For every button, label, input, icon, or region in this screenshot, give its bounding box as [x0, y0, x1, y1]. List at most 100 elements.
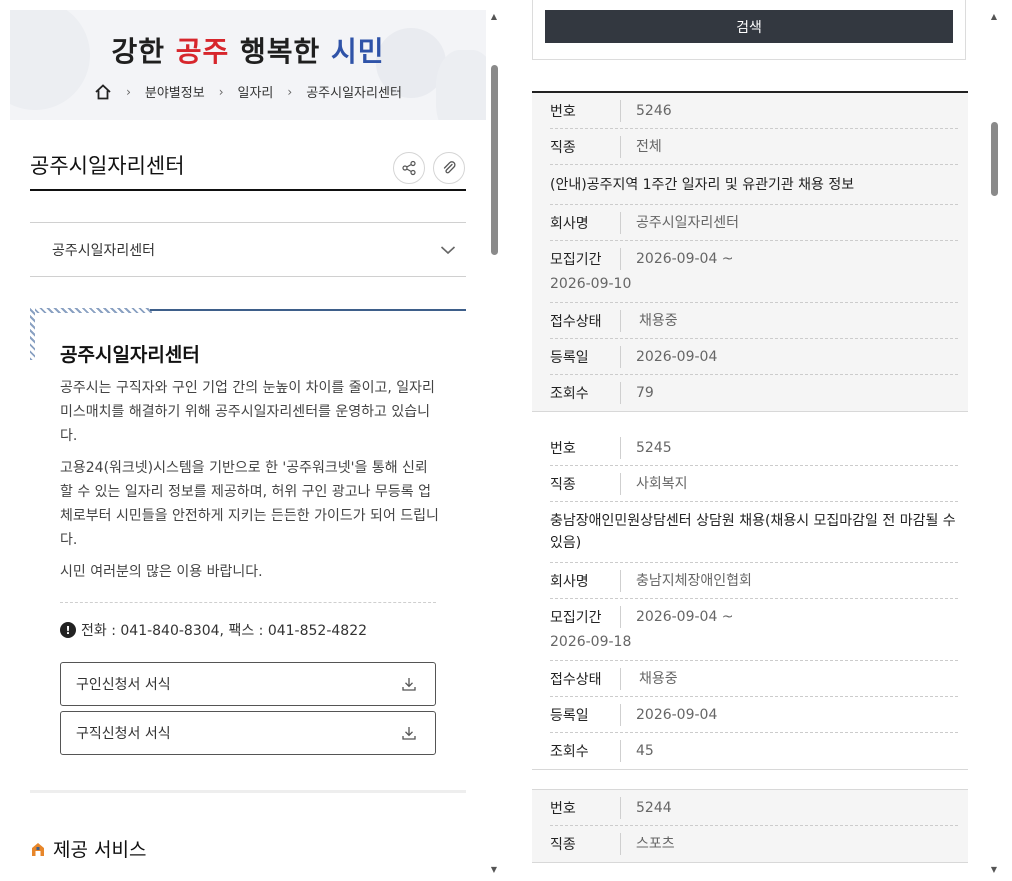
job-row-views: 조회수 79: [550, 375, 958, 411]
field-label: 번호: [550, 103, 576, 120]
right-scrollbar[interactable]: ▲ ▼: [987, 10, 1001, 875]
scroll-down-arrow-icon[interactable]: ▼: [987, 863, 1001, 875]
job-number: 5245: [620, 436, 672, 459]
job-row-views: 조회수 45: [550, 733, 958, 769]
job-row-status: 접수상태 채용중: [550, 661, 958, 697]
job-registered-date: 2026-09-04: [620, 345, 717, 368]
intro-decoration: [30, 308, 35, 360]
job-row-period: 모집기간 2026-09-04 ~ 2026-09-10: [550, 241, 958, 303]
job-row-number: 번호 5245: [550, 430, 958, 466]
field-label: 조회수: [550, 744, 589, 760]
job-row-registered: 등록일 2026-09-04: [550, 339, 958, 375]
job-views: 45: [620, 740, 654, 762]
download-icon: [402, 727, 416, 740]
field-label: 회사명: [550, 573, 589, 590]
job-registered-date: 2026-09-04: [620, 703, 717, 726]
scroll-up-arrow-icon[interactable]: ▲: [987, 10, 1001, 22]
job-row-period: 모집기간 2026-09-04 ~ 2026-09-18: [550, 599, 958, 661]
field-label: 모집기간: [550, 252, 602, 268]
job-status: 채용중: [620, 667, 678, 690]
home-icon[interactable]: [94, 83, 112, 101]
field-label: 접수상태: [550, 313, 602, 330]
center-select[interactable]: 공주시일자리센터: [30, 222, 466, 277]
intro-decoration: [30, 308, 152, 313]
services-heading: 제공 서비스: [30, 835, 146, 862]
search-button[interactable]: 검색: [545, 10, 953, 43]
chevron-right-icon: ›: [126, 84, 131, 99]
link-copy-button[interactable]: [433, 152, 465, 184]
intro-paragraph: 시민 여러분의 많은 이용 바랍니다.: [60, 564, 263, 580]
field-label: 직종: [550, 476, 576, 493]
job-views: 79: [620, 382, 654, 404]
field-label: 등록일: [550, 707, 589, 724]
field-label: 접수상태: [550, 671, 602, 688]
job-number: 5244: [620, 796, 672, 819]
download-label: 구인신청서 서식: [76, 677, 171, 693]
job-list-item[interactable]: 번호 5245 직종 사회복지 충남장애인민원상담센터 상담원 채용(채용시 모집마…: [532, 430, 968, 770]
dotted-divider: [60, 602, 436, 603]
job-number: 5246: [620, 99, 672, 122]
breadcrumb-item[interactable]: 분야별정보: [145, 82, 205, 101]
intro-body: 공주시는 구직자와 구인 기업 간의 눈높이 차이를 줄이고, 일자리 미스매치…: [60, 376, 440, 592]
page-title: 공주시일자리센터: [30, 154, 185, 178]
services-title: 제공 서비스: [53, 839, 147, 861]
job-title-link[interactable]: 충남장애인민원상담센터 상담원 채용(채용시 모집마감일 전 마감될 수 있음): [550, 502, 958, 563]
field-label: 직종: [550, 837, 576, 853]
breadcrumb-item[interactable]: 공주시일자리센터: [306, 82, 402, 101]
share-button[interactable]: [393, 152, 425, 184]
intro-title: 공주시일자리센터: [60, 344, 200, 366]
job-row-category: 직종 스포츠: [550, 826, 958, 862]
contact-text: 전화 : 041-840-8304, 팩스 : 041-852-4822: [81, 623, 368, 639]
download-job-offer-form-button[interactable]: 구인신청서 서식: [60, 662, 436, 706]
job-row-registered: 등록일 2026-09-04: [550, 697, 958, 733]
breadcrumb: › 분야별정보 › 일자리 › 공주시일자리센터: [10, 82, 486, 101]
city-slogan-logo: 강한 공주 행복한 시민: [10, 30, 486, 70]
contact-info: ! 전화 : 041-840-8304, 팩스 : 041-852-4822: [60, 620, 367, 640]
job-row-number: 번호 5246: [550, 93, 958, 129]
job-status: 채용중: [620, 309, 678, 332]
job-row-status: 접수상태 채용중: [550, 303, 958, 339]
field-label: 조회수: [550, 386, 589, 402]
slogan-text: 강한: [111, 35, 176, 68]
scroll-up-arrow-icon[interactable]: ▲: [487, 10, 501, 22]
job-row-company: 회사명 공주시일자리센터: [550, 205, 958, 241]
section-divider: [30, 790, 466, 793]
job-period-end: 2026-09-18: [550, 634, 632, 650]
left-pane: 강한 공주 행복한 시민 › 분야별정보 › 일자리 › 공주시일자리센터 공주…: [0, 0, 504, 881]
job-list-item[interactable]: 번호 5246 직종 전체 (안내)공주지역 1주간 일자리 및 유관기관 채용 정…: [532, 93, 968, 412]
title-divider: [30, 189, 466, 191]
download-job-seeker-form-button[interactable]: 구직신청서 서식: [60, 711, 436, 755]
scroll-down-arrow-icon[interactable]: ▼: [487, 863, 501, 875]
paperclip-icon: [443, 161, 456, 174]
field-label: 등록일: [550, 349, 589, 366]
job-title-link[interactable]: (안내)공주지역 1주간 일자리 및 유관기관 채용 정보: [550, 165, 958, 205]
field-label: 직종: [550, 139, 576, 156]
job-row-number: 번호 5244: [550, 790, 958, 826]
job-row-category: 직종 전체: [550, 129, 958, 165]
field-label: 모집기간: [550, 610, 602, 626]
left-scrollbar[interactable]: ▲ ▼: [487, 10, 501, 875]
intro-divider-line: [150, 309, 466, 311]
intro-paragraph: 고용24(워크넷)시스템을 기반으로 한 '공주워크넷'을 통해 신뢰할 수 있…: [60, 460, 439, 548]
job-row-company: 회사명 충남지체장애인협회: [550, 563, 958, 599]
scroll-thumb[interactable]: [991, 122, 998, 196]
job-period-start: 2026-09-04 ~: [620, 248, 734, 270]
section-marker-icon: [32, 842, 44, 856]
job-company: 공주시일자리센터: [620, 211, 739, 234]
scroll-thumb[interactable]: [491, 65, 498, 255]
info-alert-icon: !: [60, 622, 76, 638]
chevron-right-icon: ›: [218, 84, 224, 99]
chevron-down-icon: [440, 245, 456, 254]
slogan-text: 시민: [331, 35, 385, 68]
job-row-category: 직종 사회복지: [550, 466, 958, 502]
job-category: 사회복지: [620, 472, 688, 495]
download-label: 구직신청서 서식: [76, 726, 171, 742]
intro-paragraph: 공주시는 구직자와 구인 기업 간의 눈높이 차이를 줄이고, 일자리 미스매치…: [60, 380, 435, 444]
download-icon: [402, 678, 416, 691]
slogan-text: 공주: [175, 35, 230, 68]
breadcrumb-item[interactable]: 일자리: [238, 82, 274, 101]
job-list-item[interactable]: 번호 5244 직종 스포츠: [532, 789, 968, 863]
job-company: 충남지체장애인협회: [620, 569, 752, 592]
search-panel: 검색: [532, 0, 966, 60]
chevron-right-icon: ›: [287, 84, 293, 99]
